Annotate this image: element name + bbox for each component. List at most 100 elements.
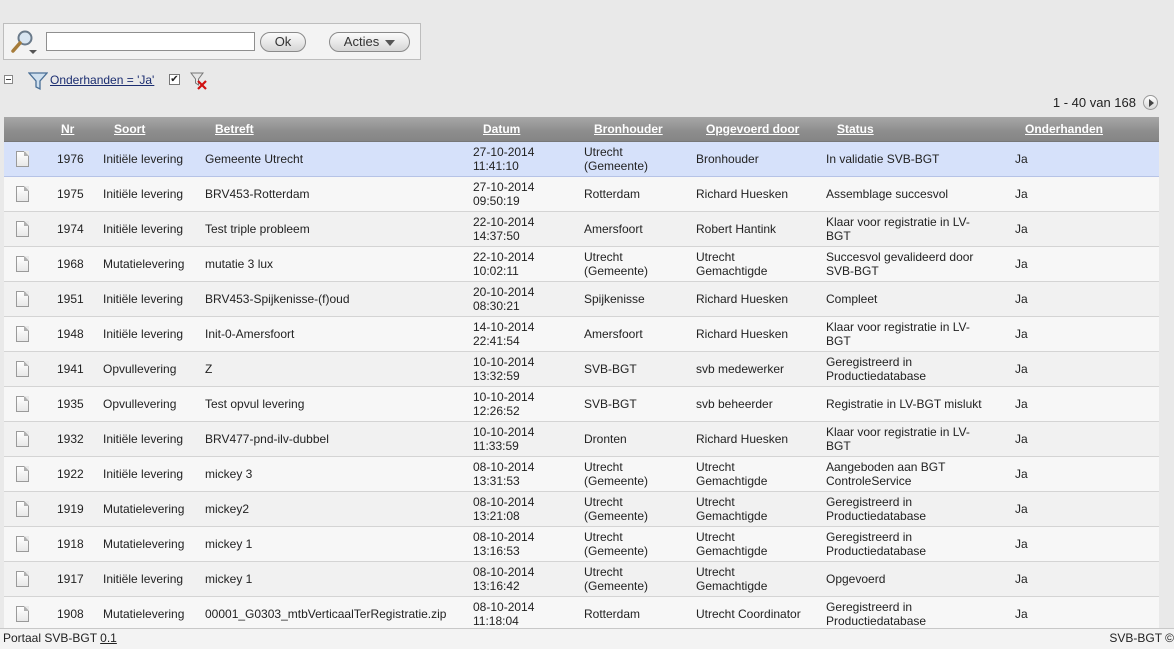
cell-datum: 08-10-2014 13:31:53 [473, 460, 534, 488]
cell-betreft: BRV453-Rotterdam [205, 187, 310, 201]
cell-betreft: Test opvul levering [205, 397, 305, 411]
document-icon [16, 326, 29, 342]
remove-filter-icon[interactable] [190, 72, 208, 90]
version-link[interactable]: 0.1 [100, 631, 117, 645]
document-icon [16, 606, 29, 622]
document-icon [16, 361, 29, 377]
cell-datum-line-2: 10:02:11 [473, 264, 519, 278]
cell-datum-line-1: 22-10-2014 [473, 250, 535, 264]
cell-opgevoerd-door-line-2: Gemachtigde [696, 474, 768, 488]
column-header-bronhouder[interactable]: Bronhouder [594, 122, 663, 136]
table-row[interactable]: 1975 Initiële levering BRV453-Rotterdam 27-… [4, 177, 1159, 212]
cell-betreft: mickey2 [205, 502, 250, 516]
acties-button[interactable]: Acties [329, 32, 410, 52]
cell-opgevoerd-door: Utrecht Gemachtigde [696, 460, 767, 488]
cell-status-line-1: Geregistreerd in [826, 530, 913, 544]
column-header-betreft[interactable]: Betreft [215, 122, 254, 136]
next-page-icon[interactable] [1143, 95, 1158, 110]
chevron-down-icon [385, 39, 396, 46]
cell-onderhanden: Ja [1015, 187, 1028, 201]
cell-nr: 1932 [57, 432, 84, 446]
table-header: Nr Soort Betreft Datum Bronhouder Opgevo… [4, 117, 1159, 142]
cell-bronhouder-line-1: Utrecht [584, 460, 623, 474]
column-header-status[interactable]: Status [837, 122, 874, 136]
table-row[interactable]: 1908 Mutatielevering 00001_G0303_mtbVertic… [4, 597, 1159, 632]
table-row[interactable]: 1917 Initiële levering mickey 1 08-10-2014 1… [4, 562, 1159, 597]
pager: 1 - 40 van 168 [1018, 95, 1158, 111]
table-row[interactable]: 1932 Initiële levering BRV477-pnd-ilv-dubb… [4, 422, 1159, 457]
column-header-nr[interactable]: Nr [61, 122, 74, 136]
cell-bronhouder: SVB-BGT [584, 362, 637, 376]
cell-bronhouder-line-2: (Gemeente) [584, 544, 649, 558]
cell-bronhouder: Utrecht (Gemeente) [584, 460, 648, 488]
document-icon [16, 256, 29, 272]
app-name: Portaal SVB-BGT [3, 631, 97, 645]
document-icon [16, 501, 29, 517]
cell-bronhouder-line-2: (Gemeente) [584, 264, 649, 278]
cell-datum-line-2: 11:18:04 [473, 614, 519, 628]
cell-opgevoerd-door: Richard Huesken [696, 187, 789, 201]
cell-datum-line-2: 13:31:53 [473, 474, 520, 488]
cell-datum-line-1: 08-10-2014 [473, 530, 535, 544]
cell-status: Geregistreerd in Productiedatabase [826, 355, 926, 383]
column-header-datum[interactable]: Datum [483, 122, 520, 136]
table-row[interactable]: 1941 Opvullevering Z 10-10-2014 13:32:59 SVB-… [4, 352, 1159, 387]
cell-status-line-2: ControleService [826, 474, 912, 488]
cell-bronhouder: Utrecht (Gemeente) [584, 495, 648, 523]
filter-enabled-checkbox[interactable]: ✔ [169, 74, 180, 85]
cell-soort: Initiële levering [103, 187, 184, 201]
table-row[interactable]: 1922 Initiële levering mickey 3 08-10-2014 1… [4, 457, 1159, 492]
cell-opgevoerd-door: Utrecht Gemachtigde [696, 565, 767, 593]
cell-status-line-1: Geregistreerd in [826, 600, 913, 614]
table-row[interactable]: 1948 Initiële levering Init-0-Amersfoort 14… [4, 317, 1159, 352]
cell-datum-line-1: 10-10-2014 [473, 355, 535, 369]
cell-onderhanden: Ja [1015, 537, 1028, 551]
filter-funnel-icon [28, 72, 48, 91]
table-row[interactable]: 1918 Mutatielevering mickey 1 08-10-2014 13:… [4, 527, 1159, 562]
table-row[interactable]: 1951 Initiële levering BRV453-Spijkenisse-… [4, 282, 1159, 317]
cell-bronhouder: Utrecht (Gemeente) [584, 250, 648, 278]
cell-opgevoerd-door-line-1: Utrecht [696, 460, 735, 474]
cell-onderhanden: Ja [1015, 362, 1028, 376]
table-row[interactable]: 1974 Initiële levering Test triple problee… [4, 212, 1159, 247]
cell-status-line-2: SVB-BGT [826, 264, 879, 278]
cell-betreft: BRV477-pnd-ilv-dubbel [205, 432, 329, 446]
cell-nr: 1948 [57, 327, 84, 341]
ok-button[interactable]: Ok [260, 32, 306, 52]
cell-datum-line-2: 13:21:08 [473, 509, 520, 523]
table-row[interactable]: 1919 Mutatielevering mickey2 08-10-2014 13:2… [4, 492, 1159, 527]
cell-status: Geregistreerd in Productiedatabase [826, 530, 926, 558]
cell-soort: Mutatielevering [103, 257, 185, 271]
table-row[interactable]: 1968 Mutatielevering mutatie 3 lux 22-10-20… [4, 247, 1159, 282]
cell-betreft: mickey 1 [205, 537, 253, 551]
filter-link[interactable]: Onderhanden = 'Ja' [50, 73, 154, 87]
cell-soort: Initiële levering [103, 432, 184, 446]
cell-datum: 08-10-2014 13:16:42 [473, 565, 534, 593]
column-header-opgevoerd-door[interactable]: Opgevoerd door [706, 122, 799, 136]
cell-betreft: Z [205, 362, 213, 376]
column-header-soort[interactable]: Soort [114, 122, 145, 136]
collapse-icon[interactable] [4, 75, 13, 84]
search-input[interactable] [46, 32, 255, 51]
cell-nr: 1918 [57, 537, 84, 551]
table-row[interactable]: 1935 Opvullevering Test opvul levering 10-1… [4, 387, 1159, 422]
table-row[interactable]: 1976 Initiële levering Gemeente Utrecht 27-… [4, 142, 1159, 177]
cell-datum: 10-10-2014 13:32:59 [473, 355, 534, 383]
cell-status-line-2: Productiedatabase [826, 614, 927, 628]
magnifier-dropdown-icon[interactable] [9, 28, 39, 56]
cell-datum: 10-10-2014 12:26:52 [473, 390, 534, 418]
cell-datum-line-1: 08-10-2014 [473, 460, 535, 474]
cell-bronhouder-line-1: Utrecht [584, 250, 623, 264]
document-icon [16, 571, 29, 587]
search-panel: Ok Acties [3, 23, 421, 60]
column-header-onderhanden[interactable]: Onderhanden [1025, 122, 1103, 136]
cell-bronhouder: Utrecht (Gemeente) [584, 565, 648, 593]
cell-datum-line-1: 08-10-2014 [473, 495, 535, 509]
cell-status-line-2: BGT [826, 334, 851, 348]
cell-datum-line-2: 13:16:53 [473, 544, 520, 558]
cell-opgevoerd-door: Utrecht Gemachtigde [696, 530, 767, 558]
cell-datum-line-1: 08-10-2014 [473, 565, 535, 579]
pager-range: 1 - 40 van 168 [1052, 95, 1136, 110]
cell-status: Registratie in LV-BGT mislukt [826, 397, 982, 411]
cell-soort: Opvullevering [103, 362, 177, 376]
